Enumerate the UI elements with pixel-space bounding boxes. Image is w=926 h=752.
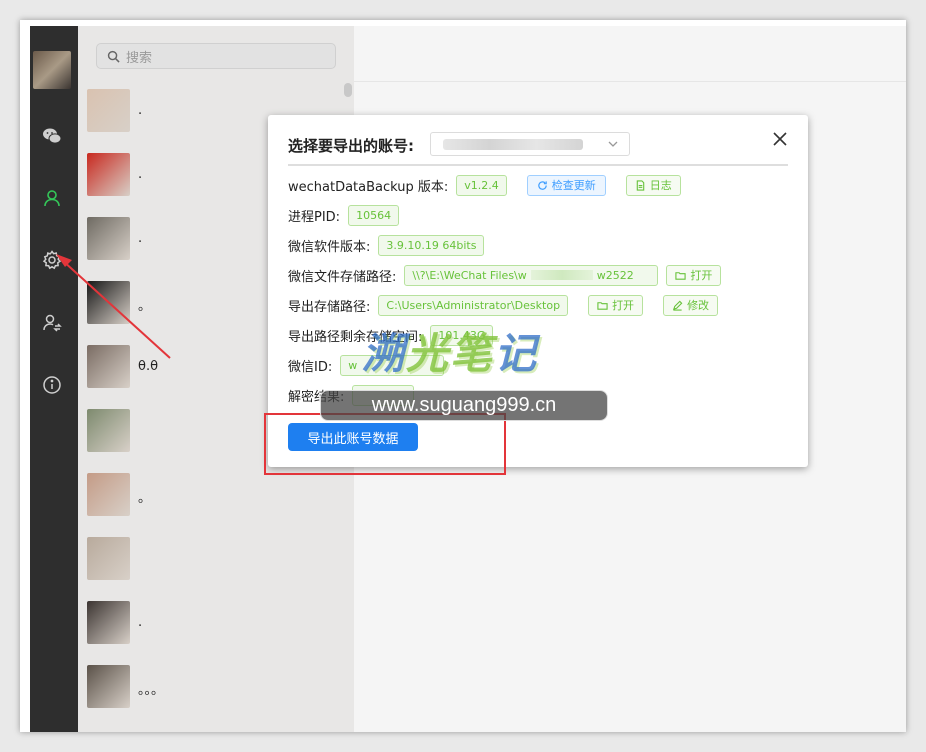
nav-bar xyxy=(30,26,78,732)
contact-avatar xyxy=(87,409,130,452)
contact-avatar xyxy=(87,473,130,516)
settings-gear-icon[interactable] xyxy=(42,250,62,270)
contact-name: . xyxy=(138,167,143,182)
wx-version-label: 微信软件版本: xyxy=(288,239,371,255)
dialog-title: 选择要导出的账号: xyxy=(288,137,414,155)
contacts-icon[interactable] xyxy=(42,188,62,208)
search-input[interactable]: 搜索 xyxy=(96,43,336,69)
contact-avatar xyxy=(87,89,130,132)
chat-list-item[interactable]: . xyxy=(87,601,347,645)
wx-path-tag: \\?\E:\WeChat Files\w w2522 xyxy=(404,264,659,286)
watermark-char-3: 笔 xyxy=(450,329,495,378)
log-button[interactable]: 日志 xyxy=(625,174,681,196)
contact-avatar xyxy=(87,601,130,644)
folder-open-icon xyxy=(675,271,687,280)
refresh-icon xyxy=(538,180,547,190)
contact-avatar xyxy=(87,665,130,708)
export-path-row: 导出存储路径: C:\Users\Administrator\Desktop 打… xyxy=(288,294,719,316)
watermark-char-4: 记 xyxy=(494,329,539,378)
version-tag: v1.2.4 xyxy=(456,174,507,196)
open-label: 打开 xyxy=(690,269,713,282)
chevron-down-icon xyxy=(608,141,618,147)
contact-name: 。 xyxy=(138,491,152,506)
pid-label: 进程PID: xyxy=(288,209,341,225)
folder-open-icon xyxy=(597,301,608,310)
account-select[interactable] xyxy=(430,132,630,156)
wxid-label: 微信ID: xyxy=(288,359,333,375)
chat-list-item[interactable]: 。 xyxy=(87,473,347,517)
contact-avatar xyxy=(87,153,130,196)
modify-label: 修改 xyxy=(687,299,710,312)
wx-path-tail: w2522 xyxy=(596,268,634,282)
wxid-value: w xyxy=(348,358,358,372)
edit-icon xyxy=(673,300,683,311)
log-label: 日志 xyxy=(649,179,672,192)
modify-export-path-button[interactable]: 修改 xyxy=(663,294,719,316)
open-label: 打开 xyxy=(612,299,635,312)
document-icon xyxy=(636,179,645,191)
close-icon[interactable] xyxy=(771,130,789,148)
contact-avatar xyxy=(87,345,130,388)
dialog-divider xyxy=(288,164,788,166)
wx-version-row: 微信软件版本: 3.9.10.19 64bits xyxy=(288,234,485,256)
check-update-label: 检查更新 xyxy=(551,179,596,192)
contact-avatar xyxy=(87,217,130,260)
open-wx-path-button[interactable]: 打开 xyxy=(666,264,722,286)
chat-icon[interactable] xyxy=(42,126,62,146)
watermark-logo: 溯光笔记 xyxy=(362,320,538,381)
open-export-path-button[interactable]: 打开 xyxy=(588,294,644,316)
contact-name: . xyxy=(138,103,143,118)
wx-path-value: \\?\E:\WeChat Files\w xyxy=(412,268,527,282)
check-update-button[interactable]: 检查更新 xyxy=(526,174,606,196)
annotation-highlight-box xyxy=(264,413,506,475)
contact-avatar xyxy=(87,537,130,580)
wx-path-row: 微信文件存储路径: \\?\E:\WeChat Files\w w2522 打开 xyxy=(288,264,722,286)
contact-name: 。 xyxy=(138,299,152,314)
wx-path-blurred xyxy=(530,270,593,280)
user-avatar[interactable] xyxy=(33,51,71,89)
info-icon[interactable] xyxy=(42,375,62,395)
pid-tag: 10564 xyxy=(348,204,400,226)
export-path-label: 导出存储路径: xyxy=(288,299,371,315)
user-switch-icon[interactable] xyxy=(42,313,62,333)
export-path-tag: C:\Users\Administrator\Desktop xyxy=(378,294,569,316)
search-icon xyxy=(107,50,120,63)
search-placeholder: 搜索 xyxy=(126,50,153,66)
contact-name: . xyxy=(138,231,143,246)
account-select-value-blurred xyxy=(443,139,583,150)
version-row: wechatDataBackup 版本: v1.2.4 检查更新 日志 xyxy=(288,174,681,196)
app-window: 搜索 ... 。 θ.θ 。. 。。。 选择要导出的账号: wechatDataBack… xyxy=(20,20,906,732)
chat-list-item[interactable] xyxy=(87,537,347,581)
version-label: wechatDataBackup 版本: xyxy=(288,179,449,195)
watermark-char-1: 溯 xyxy=(362,329,407,378)
contact-avatar xyxy=(87,281,130,324)
pid-row: 进程PID: 10564 xyxy=(288,204,400,226)
watermark-char-2: 光 xyxy=(406,329,451,378)
header-divider xyxy=(354,81,906,82)
contact-name: θ.θ xyxy=(138,359,159,374)
chat-list-item[interactable]: 。。。 xyxy=(87,665,347,709)
watermark-url: www.suguang999.cn xyxy=(320,390,608,421)
wx-path-label: 微信文件存储路径: xyxy=(288,269,397,285)
contact-name: . xyxy=(138,615,143,630)
wx-version-tag: 3.9.10.19 64bits xyxy=(378,234,485,256)
contact-name: 。。。 xyxy=(138,683,165,698)
